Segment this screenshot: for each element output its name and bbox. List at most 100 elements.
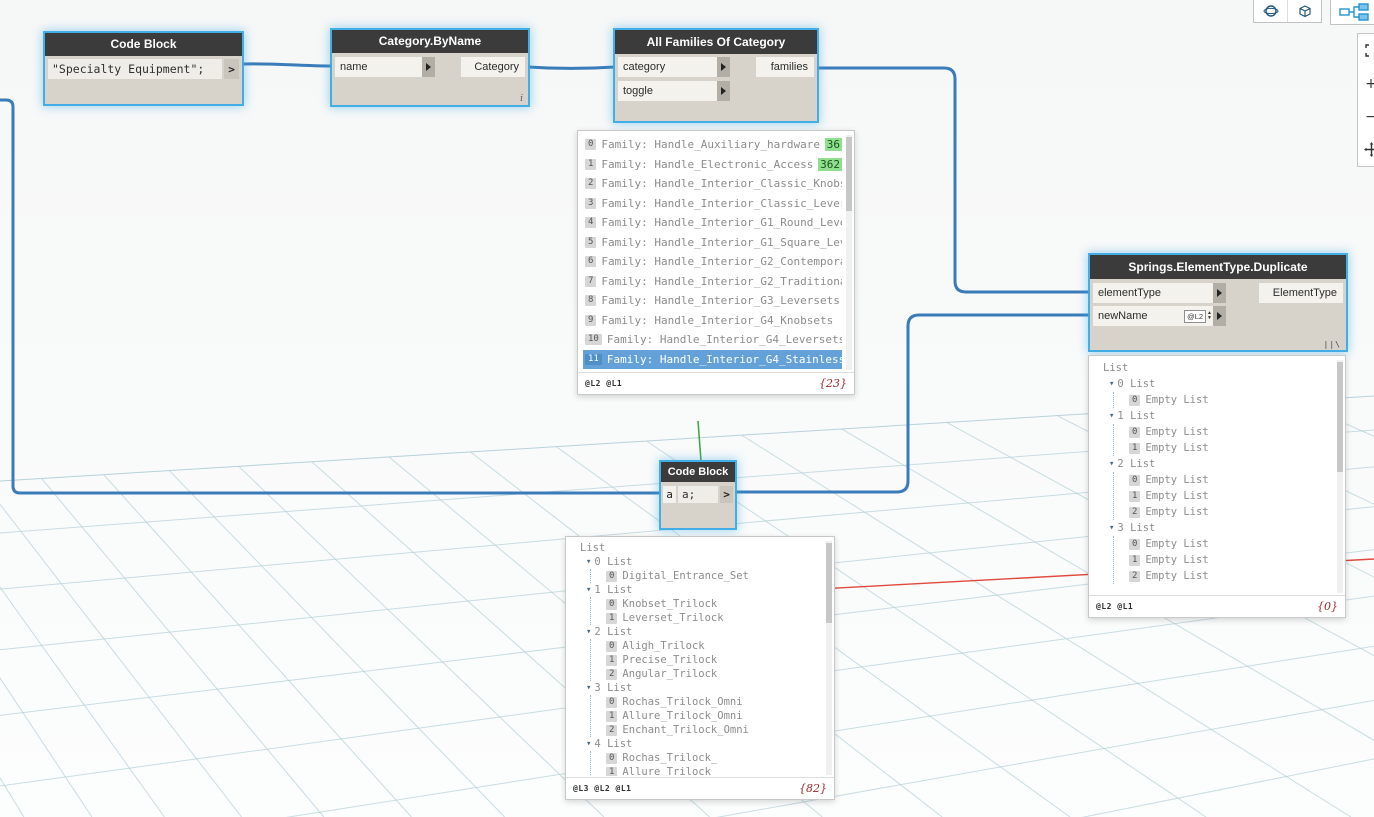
node-springs-elementtype-duplicate[interactable]: Springs.ElementType.Duplicate elementTyp… <box>1090 255 1346 350</box>
input-port-newname[interactable]: newName @L2 ▲ ▼ <box>1093 306 1226 326</box>
node-code-block-2[interactable]: Code Block a a; > <box>661 462 735 528</box>
tree-item[interactable]: 1Empty List <box>1129 440 1333 456</box>
tree-item[interactable]: 0Empty List <box>1129 472 1333 488</box>
node-code-block-1[interactable]: Code Block "Specialty Equipment"; > <box>45 33 242 104</box>
tree-item[interactable]: 0Rochas_Trilock_ <box>606 751 822 765</box>
tree-group[interactable]: ▾0 List <box>586 555 822 569</box>
scrollbar-thumb[interactable] <box>826 543 832 623</box>
scrollbar[interactable] <box>1337 360 1343 593</box>
node-title[interactable]: Category.ByName <box>332 30 528 53</box>
scrollbar-thumb[interactable] <box>846 137 852 211</box>
tree-item[interactable]: 0Empty List <box>1129 536 1333 552</box>
count-badge: 36 <box>825 138 842 151</box>
collapse-icon[interactable]: ▾ <box>1109 412 1114 421</box>
wire-offscreen-to-codeblock2[interactable] <box>0 100 661 493</box>
spinner-down-icon[interactable]: ▼ <box>1207 316 1212 321</box>
tree-group[interactable]: ▾4 List <box>586 737 822 751</box>
scrollbar[interactable] <box>826 541 832 775</box>
lacing-indicator[interactable]: ||\ <box>1324 340 1341 349</box>
list-row[interactable]: 10Family: Handle_Interior_G4_Leversets <box>583 330 842 350</box>
list-row[interactable]: 1Family: Handle_Electronic_Access362 <box>583 155 842 175</box>
input-port-elementtype[interactable]: elementType <box>1093 283 1226 303</box>
tree-item[interactable]: 1Leverset_Trilock <box>606 611 822 625</box>
zoom-in-button[interactable]: + <box>1358 67 1374 100</box>
node-all-families-of-category[interactable]: All Families Of Category category toggle… <box>615 30 817 121</box>
tree-item[interactable]: 1Empty List <box>1129 552 1333 568</box>
code-block-text[interactable]: a; <box>678 486 718 503</box>
scrollbar-thumb[interactable] <box>1337 362 1343 472</box>
collapse-icon[interactable]: ▾ <box>1109 380 1114 389</box>
input-port-category[interactable]: category <box>618 57 730 77</box>
tree-item[interactable]: 0Knobset_Trilock <box>606 597 822 611</box>
collapse-icon[interactable]: ▾ <box>1109 460 1114 469</box>
collapse-icon[interactable]: ▾ <box>586 586 591 595</box>
level-badge[interactable]: @L2 <box>1184 310 1206 323</box>
list-row[interactable]: 4Family: Handle_Interior_G1_Round_Lever <box>583 213 842 233</box>
wire-families-to-elementtype[interactable] <box>817 68 1090 292</box>
node-title[interactable]: Code Block <box>45 33 242 56</box>
output-port[interactable]: > <box>224 59 239 79</box>
output-port-elementtype[interactable]: ElementType <box>1259 283 1343 303</box>
node-graph-icon[interactable] <box>1339 3 1373 21</box>
info-icon[interactable]: i <box>520 94 523 104</box>
node-title[interactable]: Code Block <box>661 462 735 482</box>
input-port-name[interactable]: name <box>335 57 435 77</box>
tree-group[interactable]: ▾2 List <box>586 625 822 639</box>
wire-category-to-allfamilies[interactable] <box>528 67 615 69</box>
tree-item[interactable]: 1Allure_Trilock_Omni <box>606 709 822 723</box>
zoom-out-button[interactable]: − <box>1358 100 1374 133</box>
list-row[interactable]: 9Family: Handle_Interior_G4_Knobsets <box>583 311 842 331</box>
tree-item[interactable]: 2Enchant_Trilock_Omni <box>606 723 822 737</box>
tree-group[interactable]: ▾3 List <box>586 681 822 695</box>
collapse-icon[interactable]: ▾ <box>586 628 591 637</box>
collapse-icon[interactable]: ▾ <box>586 558 591 567</box>
orbit-button[interactable] <box>1254 0 1287 22</box>
zoom-fit-button[interactable] <box>1358 34 1374 67</box>
tree-item[interactable]: 2Angular_Trilock <box>606 667 822 681</box>
tree-group[interactable]: ▾3 List <box>1109 520 1333 536</box>
tree-item[interactable]: 1Allure_Trilock <box>606 765 822 776</box>
node-title[interactable]: All Families Of Category <box>615 30 817 54</box>
node-category-byname[interactable]: Category.ByName name Category i <box>332 30 528 105</box>
item-index: 1 <box>606 711 617 722</box>
output-port-category[interactable]: Category <box>461 57 525 77</box>
pan-button[interactable] <box>1358 133 1374 166</box>
dynamo-workspace[interactable]: Code Block "Specialty Equipment"; > Cate… <box>0 0 1374 817</box>
tree-item[interactable]: 2Empty List <box>1129 568 1333 584</box>
tree-group[interactable]: ▾2 List <box>1109 456 1333 472</box>
collapse-icon[interactable]: ▾ <box>1109 524 1114 533</box>
code-block-text[interactable]: "Specialty Equipment"; <box>48 59 222 79</box>
tree-group[interactable]: ▾0 List <box>1109 376 1333 392</box>
collapse-icon[interactable]: ▾ <box>586 684 591 693</box>
tree-item[interactable]: 1Precise_Trilock <box>606 653 822 667</box>
tree-group[interactable]: ▾1 List <box>1109 408 1333 424</box>
port-label: Category <box>474 61 519 73</box>
tree-item[interactable]: 0Rochas_Trilock_Omni <box>606 695 822 709</box>
list-row[interactable]: 3Family: Handle_Interior_Classic_Levers <box>583 194 842 214</box>
list-row[interactable]: 2Family: Handle_Interior_Classic_Knobs <box>583 174 842 194</box>
level-spinner[interactable]: ▲ ▼ <box>1207 311 1212 321</box>
output-port[interactable]: > <box>720 486 733 503</box>
geometry-view-button[interactable] <box>1288 0 1321 22</box>
tree-item[interactable]: 0Empty List <box>1129 392 1333 408</box>
list-row[interactable]: 7Family: Handle_Interior_G2_Traditional <box>583 272 842 292</box>
input-port-a[interactable]: a <box>663 486 676 503</box>
list-row[interactable]: 5Family: Handle_Interior_G1_Square_Leve <box>583 233 842 253</box>
scrollbar[interactable] <box>846 135 852 370</box>
node-title[interactable]: Springs.ElementType.Duplicate <box>1090 255 1346 279</box>
list-row[interactable]: 0Family: Handle_Auxiliary_hardware36 <box>583 135 842 155</box>
list-row[interactable]: 8Family: Handle_Interior_G3_Leversets <box>583 291 842 311</box>
view-toolbar <box>1253 0 1322 23</box>
input-port-toggle[interactable]: toggle <box>618 81 730 101</box>
list-row[interactable]: 11Family: Handle_Interior_G4_Stainless_ <box>583 350 842 370</box>
output-port-families[interactable]: families <box>756 57 814 77</box>
collapse-icon[interactable]: ▾ <box>586 740 591 749</box>
tree-item[interactable]: 1Empty List <box>1129 488 1333 504</box>
list-row[interactable]: 6Family: Handle_Interior_G2_Contemporar <box>583 252 842 272</box>
tree-group[interactable]: ▾1 List <box>586 583 822 597</box>
wire-codeblock1-to-categorybyname[interactable] <box>242 64 332 66</box>
tree-item[interactable]: 2Empty List <box>1129 504 1333 520</box>
tree-item[interactable]: 0Aligh_Trilock <box>606 639 822 653</box>
tree-item[interactable]: 0Digital_Entrance_Set <box>606 569 822 583</box>
tree-item[interactable]: 0Empty List <box>1129 424 1333 440</box>
